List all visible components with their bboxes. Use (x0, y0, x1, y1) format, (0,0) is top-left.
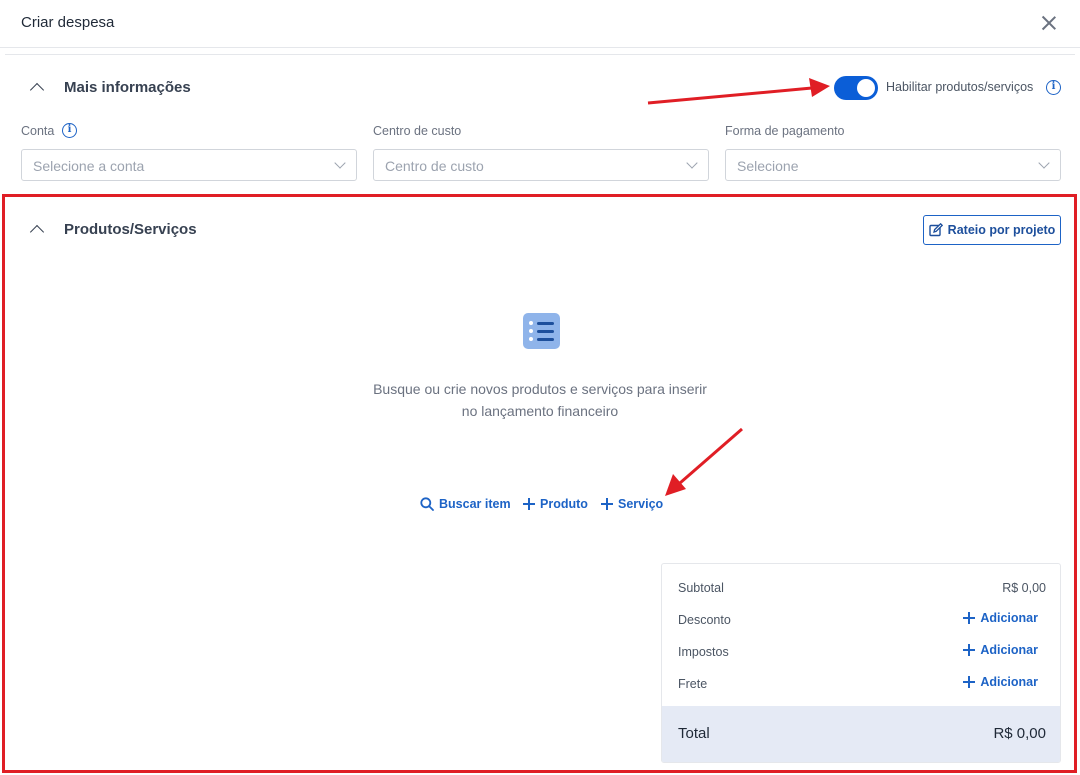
search-item-label: Buscar item (439, 497, 511, 511)
divider (5, 54, 1075, 55)
total-row: Total R$ 0,00 (662, 706, 1060, 762)
empty-state-line-2: no lançamento financeiro (461, 403, 619, 419)
modal-header: Criar despesa (0, 0, 1080, 48)
cost-center-select[interactable]: Centro de custo (373, 149, 709, 181)
add-taxes-button[interactable]: Adicionar (963, 643, 1038, 657)
empty-state-text: Busque ou crie novos produtos e serviços… (340, 378, 740, 422)
enable-products-toggle[interactable] (834, 76, 878, 100)
arrow-head (809, 78, 830, 97)
account-label: Conta (21, 124, 55, 138)
add-service-label: Serviço (618, 497, 664, 511)
add-discount-label: Adicionar (980, 611, 1038, 625)
add-service-button[interactable]: Serviço (601, 497, 663, 511)
project-allocation-label: Rateio por projeto (947, 223, 1056, 237)
discount-row: Desconto Adicionar (662, 605, 1060, 637)
plus-icon (963, 612, 976, 624)
add-taxes-label: Adicionar (980, 643, 1038, 657)
edit-icon (928, 223, 943, 237)
products-title: Produtos/Serviços (64, 221, 197, 238)
modal-title: Criar despesa (21, 14, 115, 31)
arrow-to-toggle (647, 86, 813, 105)
subtotal-value: R$ 0,00 (1002, 581, 1046, 595)
add-freight-button[interactable]: Adicionar (963, 675, 1038, 689)
subtotal-label: Subtotal (678, 581, 724, 595)
add-discount-button[interactable]: Adicionar (963, 611, 1038, 625)
add-freight-label: Adicionar (980, 675, 1038, 689)
chevron-up-icon[interactable] (29, 224, 45, 240)
account-select[interactable]: Selecione a conta (21, 149, 357, 181)
create-expense-modal: Criar despesa Mais informações Habilitar… (0, 0, 1080, 775)
close-icon[interactable] (1038, 12, 1060, 34)
empty-state-line-1: Busque ou crie novos produtos e serviços… (373, 381, 707, 397)
plus-icon (523, 498, 535, 510)
list-icon (523, 313, 560, 349)
search-icon (420, 497, 434, 511)
freight-row: Frete Adicionar (662, 669, 1060, 701)
cost-center-label: Centro de custo (373, 124, 462, 138)
total-label: Total (678, 725, 710, 742)
add-product-label: Produto (540, 497, 588, 511)
discount-label: Desconto (678, 613, 731, 627)
chevron-up-icon[interactable] (29, 82, 45, 98)
products-header[interactable]: Produtos/Serviços (29, 221, 197, 240)
account-placeholder: Selecione a conta (33, 158, 145, 174)
chevron-down-icon (1038, 157, 1050, 169)
more-info-header[interactable]: Mais informações (29, 79, 191, 98)
enable-products-label: Habilitar produtos/serviços (886, 80, 1034, 94)
freight-label: Frete (678, 677, 708, 691)
payment-method-placeholder: Selecione (737, 158, 799, 174)
plus-icon (963, 676, 976, 688)
info-icon[interactable]: i (1046, 80, 1061, 95)
subtotal-row: Subtotal R$ 0,00 (662, 573, 1060, 605)
info-icon[interactable]: i (62, 123, 77, 138)
project-allocation-button[interactable]: Rateio por projeto (923, 215, 1061, 245)
plus-icon (963, 644, 976, 656)
payment-method-label: Forma de pagamento (725, 124, 845, 138)
chevron-down-icon (334, 157, 346, 169)
summary-card: Subtotal R$ 0,00 Desconto Adicionar Impo… (661, 563, 1061, 763)
add-product-button[interactable]: Produto (523, 497, 588, 511)
plus-icon (601, 498, 613, 510)
chevron-down-icon (686, 157, 698, 169)
toggle-knob (857, 79, 875, 97)
search-item-button[interactable]: Buscar item (420, 497, 511, 511)
more-info-title: Mais informações (64, 79, 191, 96)
cost-center-placeholder: Centro de custo (385, 158, 484, 174)
total-value: R$ 0,00 (993, 725, 1046, 742)
taxes-label: Impostos (678, 645, 729, 659)
taxes-row: Impostos Adicionar (662, 637, 1060, 669)
payment-method-select[interactable]: Selecione (725, 149, 1061, 181)
